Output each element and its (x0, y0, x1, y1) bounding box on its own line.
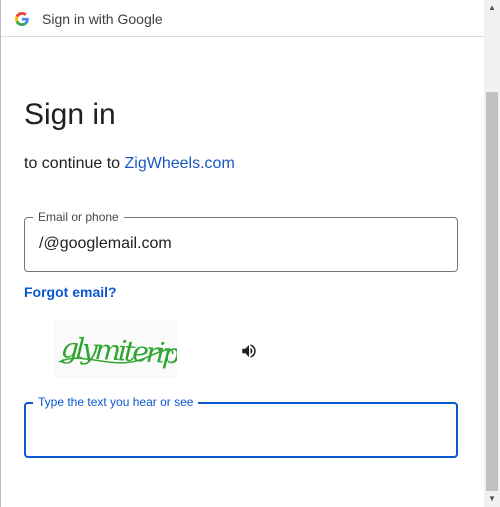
scroll-down-arrow-icon[interactable]: ▼ (484, 491, 500, 507)
volume-icon[interactable] (240, 342, 258, 360)
email-field-label: Email or phone (33, 210, 124, 224)
scrollbar-thumb[interactable] (486, 92, 498, 491)
page-title: Sign in (24, 98, 116, 131)
scroll-up-arrow-icon[interactable]: ▲ (484, 0, 500, 16)
window-title-bar: Sign in with Google (1, 0, 485, 37)
subtitle: to continue to ZigWheels.com (24, 155, 235, 173)
email-field-value[interactable]: /@googlemail.com (39, 235, 172, 253)
subtitle-prefix: to continue to (24, 155, 125, 172)
site-link[interactable]: ZigWheels.com (125, 155, 235, 172)
vertical-scrollbar[interactable]: ▲ ▼ (484, 0, 500, 507)
window-title: Sign in with Google (42, 11, 163, 27)
captcha-input-label: Type the text you hear or see (33, 395, 199, 409)
captcha-input[interactable]: Type the text you hear or see (24, 395, 458, 458)
google-logo-icon (15, 12, 29, 26)
captcha-text: glymiterip (60, 331, 177, 370)
window-border (0, 0, 1, 507)
forgot-email-link[interactable]: Forgot email? (24, 284, 117, 300)
email-field[interactable]: Email or phone /@googlemail.com (24, 210, 458, 272)
captcha-image: glymiterip (53, 320, 177, 378)
